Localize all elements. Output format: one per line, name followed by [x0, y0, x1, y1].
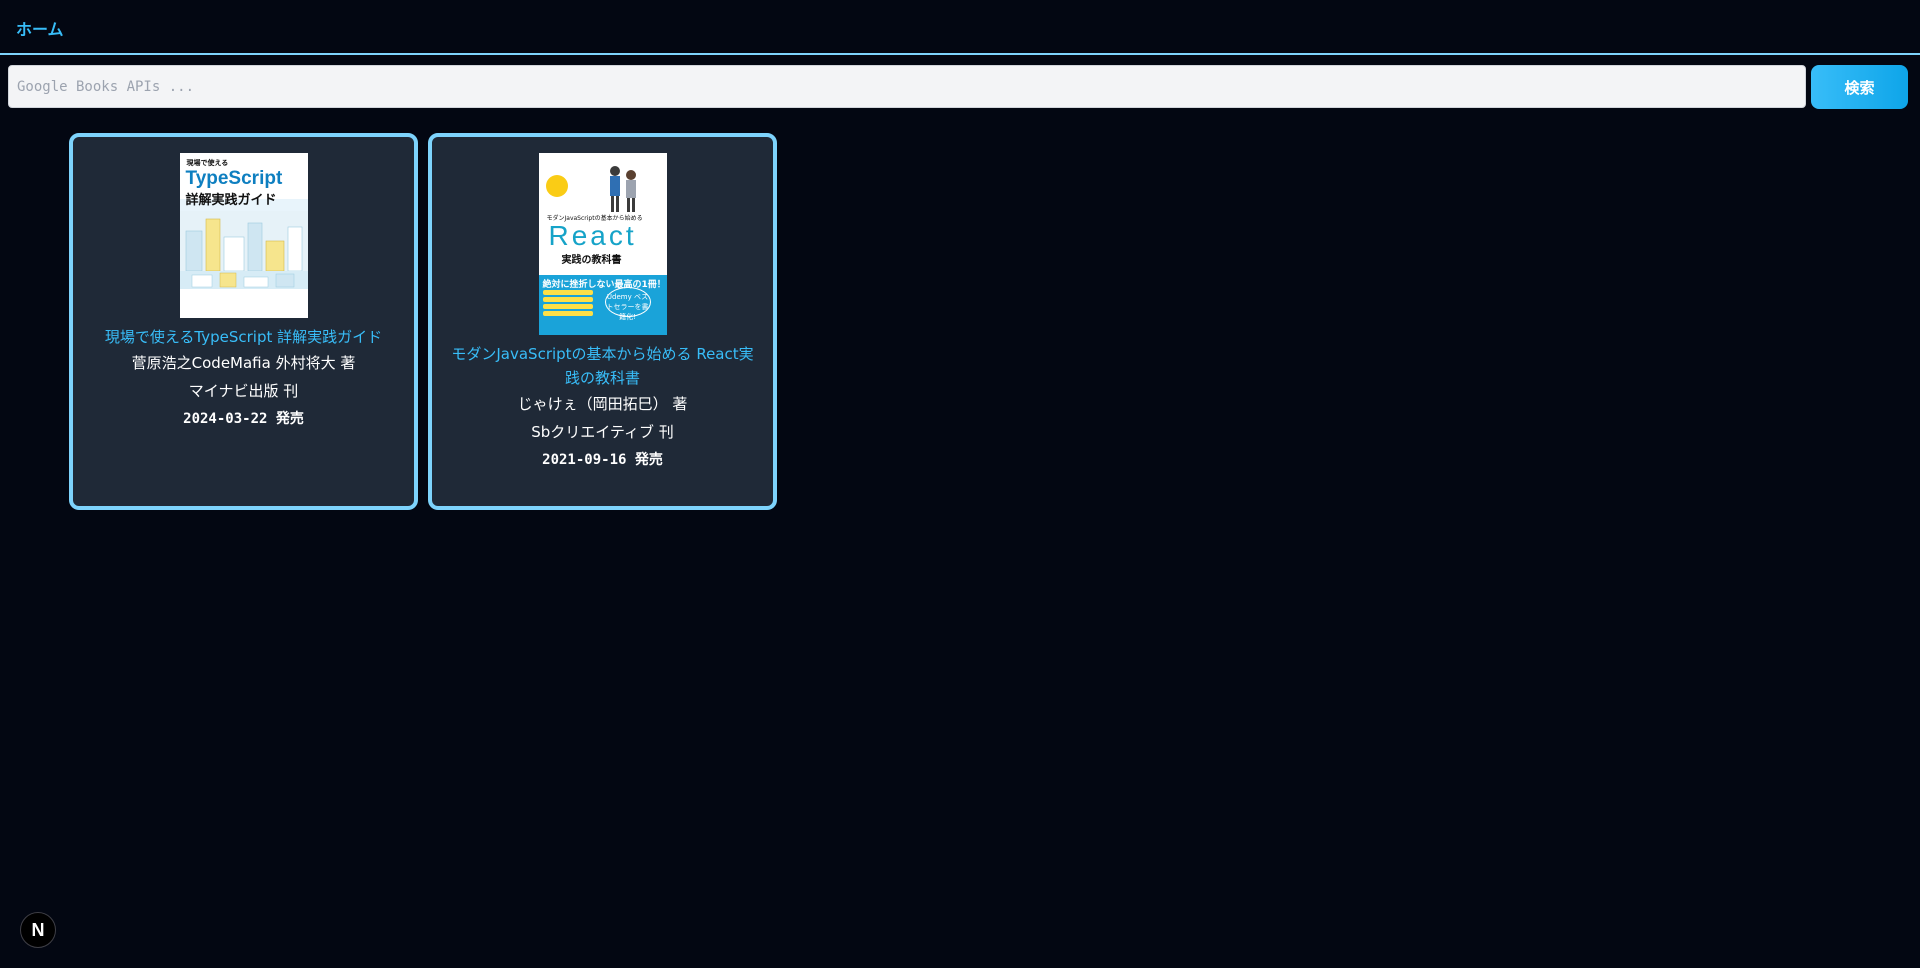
cover-people-illustration	[609, 166, 636, 212]
search-bar: 検索	[8, 65, 1908, 109]
book-card[interactable]: モダンJavaScriptの基本から始める React 実践の教科書 絶対に挫折…	[428, 133, 777, 510]
book-publisher: Sbクリエイティブ 刊	[531, 423, 674, 441]
cover-badge-icon	[545, 175, 568, 197]
book-cover-image: 現場で使える TypeScript 詳解実践ガイド	[179, 153, 308, 318]
book-card[interactable]: 現場で使える TypeScript 詳解実践ガイド 現場で使えるTypeScri…	[69, 133, 418, 510]
search-button[interactable]: 検索	[1811, 65, 1908, 109]
cover-sub-text: 詳解実践ガイド	[185, 193, 277, 208]
book-title: 現場で使えるTypeScript 詳解実践ガイド	[104, 328, 383, 346]
book-published-date: 2021-09-16 発売	[542, 452, 663, 468]
book-cover-image: モダンJavaScriptの基本から始める React 実践の教科書 絶対に挫折…	[538, 153, 667, 335]
cover-band-text: 絶対に挫折しない最高の1冊！	[542, 280, 666, 290]
cover-sub-text: 実践の教科書	[561, 255, 622, 266]
cover-city-illustration	[179, 211, 308, 291]
search-input[interactable]	[8, 65, 1806, 108]
book-published-date: 2024-03-22 発売	[183, 411, 304, 427]
book-publisher: マイナビ出版 刊	[188, 382, 299, 400]
cover-main-text: React	[548, 220, 637, 251]
cover-small-text: 現場で使える	[186, 159, 229, 167]
home-link[interactable]: ホーム	[16, 16, 64, 40]
book-authors: 菅原浩之CodeMafia 外村将大 著	[131, 354, 356, 372]
cover-main-text: TypeScript	[185, 168, 283, 189]
nextjs-dev-indicator-icon[interactable]: N	[20, 912, 56, 948]
book-authors: じゃけぇ（岡田拓巳） 著	[517, 395, 688, 413]
top-nav: ホーム	[0, 0, 1920, 55]
cover-circle-text: Udemy ベストセラーを書籍化!	[604, 287, 651, 321]
book-title: モダンJavaScriptの基本から始める React実践の教科書	[451, 345, 754, 387]
